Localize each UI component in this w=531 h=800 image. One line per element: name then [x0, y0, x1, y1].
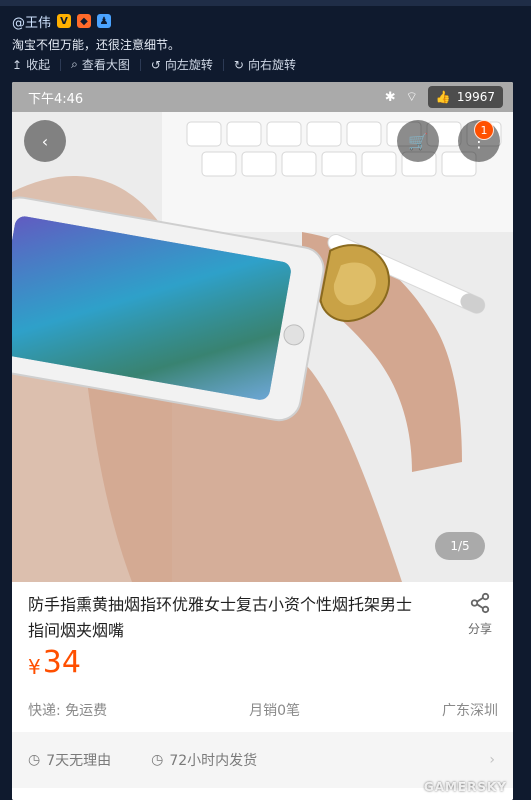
- cart-icon: 🛒: [408, 131, 428, 151]
- rotate-right-icon: ↻: [233, 57, 244, 72]
- image-actions: ↥ 收起 ⌕ 查看大图 ↺ 向左旋转 ↻ 向右旋转: [12, 56, 296, 73]
- share-icon: [470, 592, 490, 614]
- product-photo[interactable]: 下午4:46 ✱ ⌔ 👍 19967 ‹ 🛒 ⋮ 1 1/5: [12, 82, 513, 582]
- view-large-label: 查看大图: [81, 58, 130, 72]
- verified-badge-icon: V: [57, 14, 72, 28]
- monthly-sales: 月销0笔: [249, 703, 301, 719]
- location: 广东深圳: [442, 703, 498, 719]
- level-badge-icon: ♟: [97, 14, 112, 28]
- rotate-right-button[interactable]: ↻ 向右旋转: [234, 56, 296, 73]
- guarantee-label: 7天无理由: [46, 753, 112, 769]
- status-bar: 下午4:46 ✱ ⌔ 👍 19967: [12, 82, 513, 112]
- collapse-button[interactable]: ↥ 收起: [12, 56, 50, 73]
- rotate-left-icon: ↺: [150, 57, 161, 72]
- product-meta: 快递: 免运费 月销0笔 广东深圳: [28, 700, 498, 720]
- search-icon: ⌕: [71, 57, 78, 71]
- chevron-right-icon: ›: [489, 752, 495, 768]
- member-badge-icon: ◆: [77, 14, 92, 28]
- guarantee-item: ◷ 72小时内发货: [151, 750, 257, 770]
- share-button[interactable]: 分享: [450, 592, 510, 637]
- product-photo-illustration: [12, 82, 513, 582]
- status-right: ✱ ⌔ 👍 19967: [385, 86, 503, 108]
- arrow-up-icon: ↥: [12, 57, 23, 72]
- price-value: 34: [42, 645, 81, 680]
- check-circle-icon: ◷: [151, 752, 164, 768]
- product-info: 防手指熏黄抽烟指环优雅女士复古小资个性烟托架男士指间烟夹烟嘴 分享 ¥ 34 快…: [12, 582, 513, 800]
- share-label: 分享: [467, 622, 492, 636]
- post-text: 淘宝不但万能，还很注意细节。: [12, 38, 181, 52]
- collapse-label: 收起: [26, 58, 51, 72]
- product-screenshot: 下午4:46 ✱ ⌔ 👍 19967 ‹ 🛒 ⋮ 1 1/5 防手指熏黄抽烟指环…: [12, 82, 513, 800]
- image-page-indicator: 1/5: [435, 532, 485, 560]
- rotate-left-label: 向左旋转: [164, 58, 213, 72]
- cart-badge: 1: [474, 120, 494, 140]
- rotate-left-button[interactable]: ↺ 向左旋转: [151, 56, 213, 73]
- thumbs-up-icon: 👍: [435, 90, 451, 104]
- product-title: 防手指熏黄抽烟指环优雅女士复古小资个性烟托架男士指间烟夹烟嘴: [28, 595, 413, 640]
- shipping-info: 快递: 免运费: [28, 703, 108, 719]
- guarantee-item: ◷ 7天无理由: [28, 750, 111, 770]
- wifi-icon: ⌔: [405, 90, 418, 105]
- divider: [222, 58, 224, 71]
- post-header: @王伟 V ◆ ♟: [12, 12, 112, 31]
- divider: [60, 58, 62, 71]
- like-overlay[interactable]: 👍 19967: [427, 86, 503, 108]
- bluetooth-icon: ✱: [384, 89, 396, 105]
- back-button[interactable]: ‹: [24, 120, 66, 162]
- view-large-button[interactable]: ⌕ 查看大图: [71, 56, 130, 73]
- check-circle-icon: ◷: [28, 752, 41, 768]
- divider: [139, 58, 141, 71]
- author-name[interactable]: @王伟: [12, 12, 51, 31]
- cart-button[interactable]: 🛒: [397, 120, 439, 162]
- price-symbol: ¥: [28, 655, 41, 679]
- price: ¥ 34: [28, 645, 81, 680]
- top-strip: [0, 0, 531, 6]
- guarantee-label: 72小时内发货: [169, 753, 258, 769]
- chevron-left-icon: ‹: [41, 131, 49, 151]
- status-time: 下午4:46: [28, 91, 84, 107]
- rotate-right-label: 向右旋转: [247, 58, 296, 72]
- like-count: 19967: [456, 90, 495, 104]
- watermark: GAMERSKY: [423, 780, 507, 794]
